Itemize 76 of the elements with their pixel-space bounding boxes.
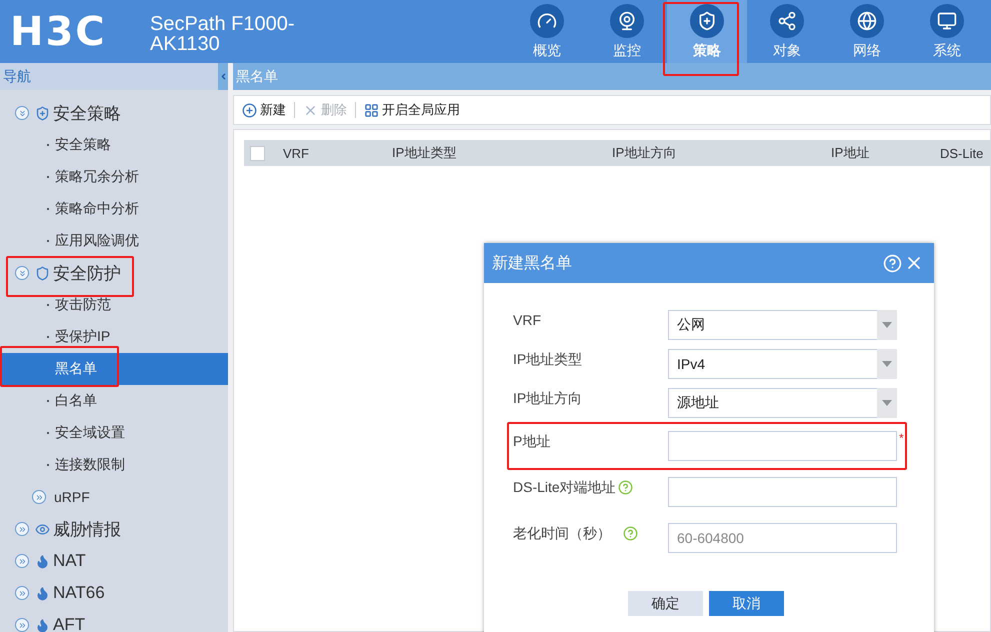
field-label: IP地址类型 — [513, 350, 582, 369]
collapse-icon[interactable] — [15, 266, 29, 280]
nav-group[interactable]: 安全防护 — [53, 262, 121, 284]
nav-group[interactable]: 威胁情报 — [53, 518, 121, 540]
share-icon — [770, 4, 804, 38]
column-header: DS-Lite — [940, 146, 984, 160]
nav-group[interactable]: AFT — [53, 615, 86, 632]
flame-icon — [35, 586, 50, 600]
select-field[interactable]: 公网 — [668, 310, 897, 340]
select-field[interactable]: 源地址 — [668, 388, 897, 418]
expand-icon[interactable] — [15, 618, 29, 632]
globe-icon — [850, 4, 884, 38]
required-mark: * — [899, 431, 904, 445]
nav-item[interactable]: 黑名单 — [55, 360, 97, 378]
flame-icon — [35, 618, 50, 632]
toolbar-button[interactable]: 开启全局应用 — [360, 101, 464, 119]
input-field[interactable]: 60-604800 — [668, 523, 897, 553]
expand-icon[interactable] — [15, 554, 29, 568]
shield-plus-icon — [35, 106, 50, 120]
field-label: DS-Lite对端地址 — [513, 478, 616, 497]
dialog-button[interactable]: 取消 — [709, 591, 784, 616]
nav-tab[interactable]: 系统 — [907, 0, 987, 63]
chevron-left-icon[interactable] — [218, 72, 228, 81]
field-label: VRF — [513, 311, 541, 328]
input-field[interactable] — [668, 431, 897, 461]
input-field[interactable] — [668, 477, 897, 507]
expand-icon[interactable] — [32, 490, 46, 504]
nav-tab[interactable]: 网络 — [827, 0, 907, 63]
gauge-icon — [530, 4, 564, 38]
field-label: P地址 — [513, 432, 550, 451]
field-label: IP地址方向 — [513, 389, 582, 408]
shield-plus-icon — [690, 4, 724, 38]
monitor-icon — [930, 4, 964, 38]
logo: H3C — [9, 8, 108, 56]
field-label: 老化时间（秒） — [513, 524, 611, 543]
column-header: IP地址类型 — [392, 144, 458, 162]
column-header: IP地址 — [831, 144, 870, 162]
eye-icon — [35, 522, 50, 536]
select-all-checkbox[interactable] — [250, 146, 265, 160]
nav-item[interactable]: 策略冗余分析 — [55, 168, 139, 186]
select-field[interactable]: IPv4 — [668, 349, 897, 379]
nav-item[interactable]: 攻击防范 — [55, 296, 111, 314]
nav-item[interactable]: 白名单 — [55, 392, 97, 410]
expand-icon[interactable] — [15, 522, 29, 536]
nav-group[interactable]: NAT — [53, 551, 86, 571]
nav-item[interactable]: 受保护IP — [55, 328, 110, 346]
dialog-title: 新建黑名单 — [492, 254, 572, 274]
nav-item[interactable]: 应用风险调优 — [55, 232, 139, 250]
shield-icon — [35, 266, 50, 280]
nav-group[interactable]: NAT66 — [53, 583, 105, 603]
sidebar-title: 导航 — [2, 68, 31, 86]
dialog-button[interactable]: 确定 — [628, 591, 703, 616]
expand-icon[interactable] — [15, 586, 29, 600]
column-header: VRF — [283, 146, 310, 160]
toolbar-button[interactable]: 新建 — [238, 101, 290, 119]
nav-tab[interactable]: 对象 — [747, 0, 827, 63]
product-name: SecPath F1000-AK1130 — [150, 14, 296, 54]
nav-item[interactable]: 连接数限制 — [55, 456, 125, 474]
column-header: IP地址方向 — [612, 144, 678, 162]
collapse-button[interactable] — [218, 63, 228, 90]
selected-nav-row[interactable]: 黑名单 — [0, 353, 228, 385]
collapse-icon[interactable] — [15, 106, 29, 120]
nav-item[interactable]: 安全域设置 — [55, 424, 125, 442]
nav-tab[interactable]: 概览 — [507, 0, 587, 63]
webcam-icon — [610, 4, 644, 38]
nav-group[interactable]: uRPF — [54, 489, 90, 505]
nav-item[interactable]: 策略命中分析 — [55, 200, 139, 218]
grid-icon — [364, 102, 379, 118]
nav-group[interactable]: 安全策略 — [53, 102, 121, 124]
nav-item[interactable]: 安全策略 — [55, 136, 111, 154]
nav-tab[interactable]: 监控 — [587, 0, 667, 63]
help-icon[interactable] — [618, 480, 633, 494]
flame-icon — [35, 554, 50, 568]
help-icon[interactable] — [623, 526, 638, 540]
page-title: 黑名单 — [235, 68, 278, 86]
plus-circle-icon — [242, 102, 257, 118]
